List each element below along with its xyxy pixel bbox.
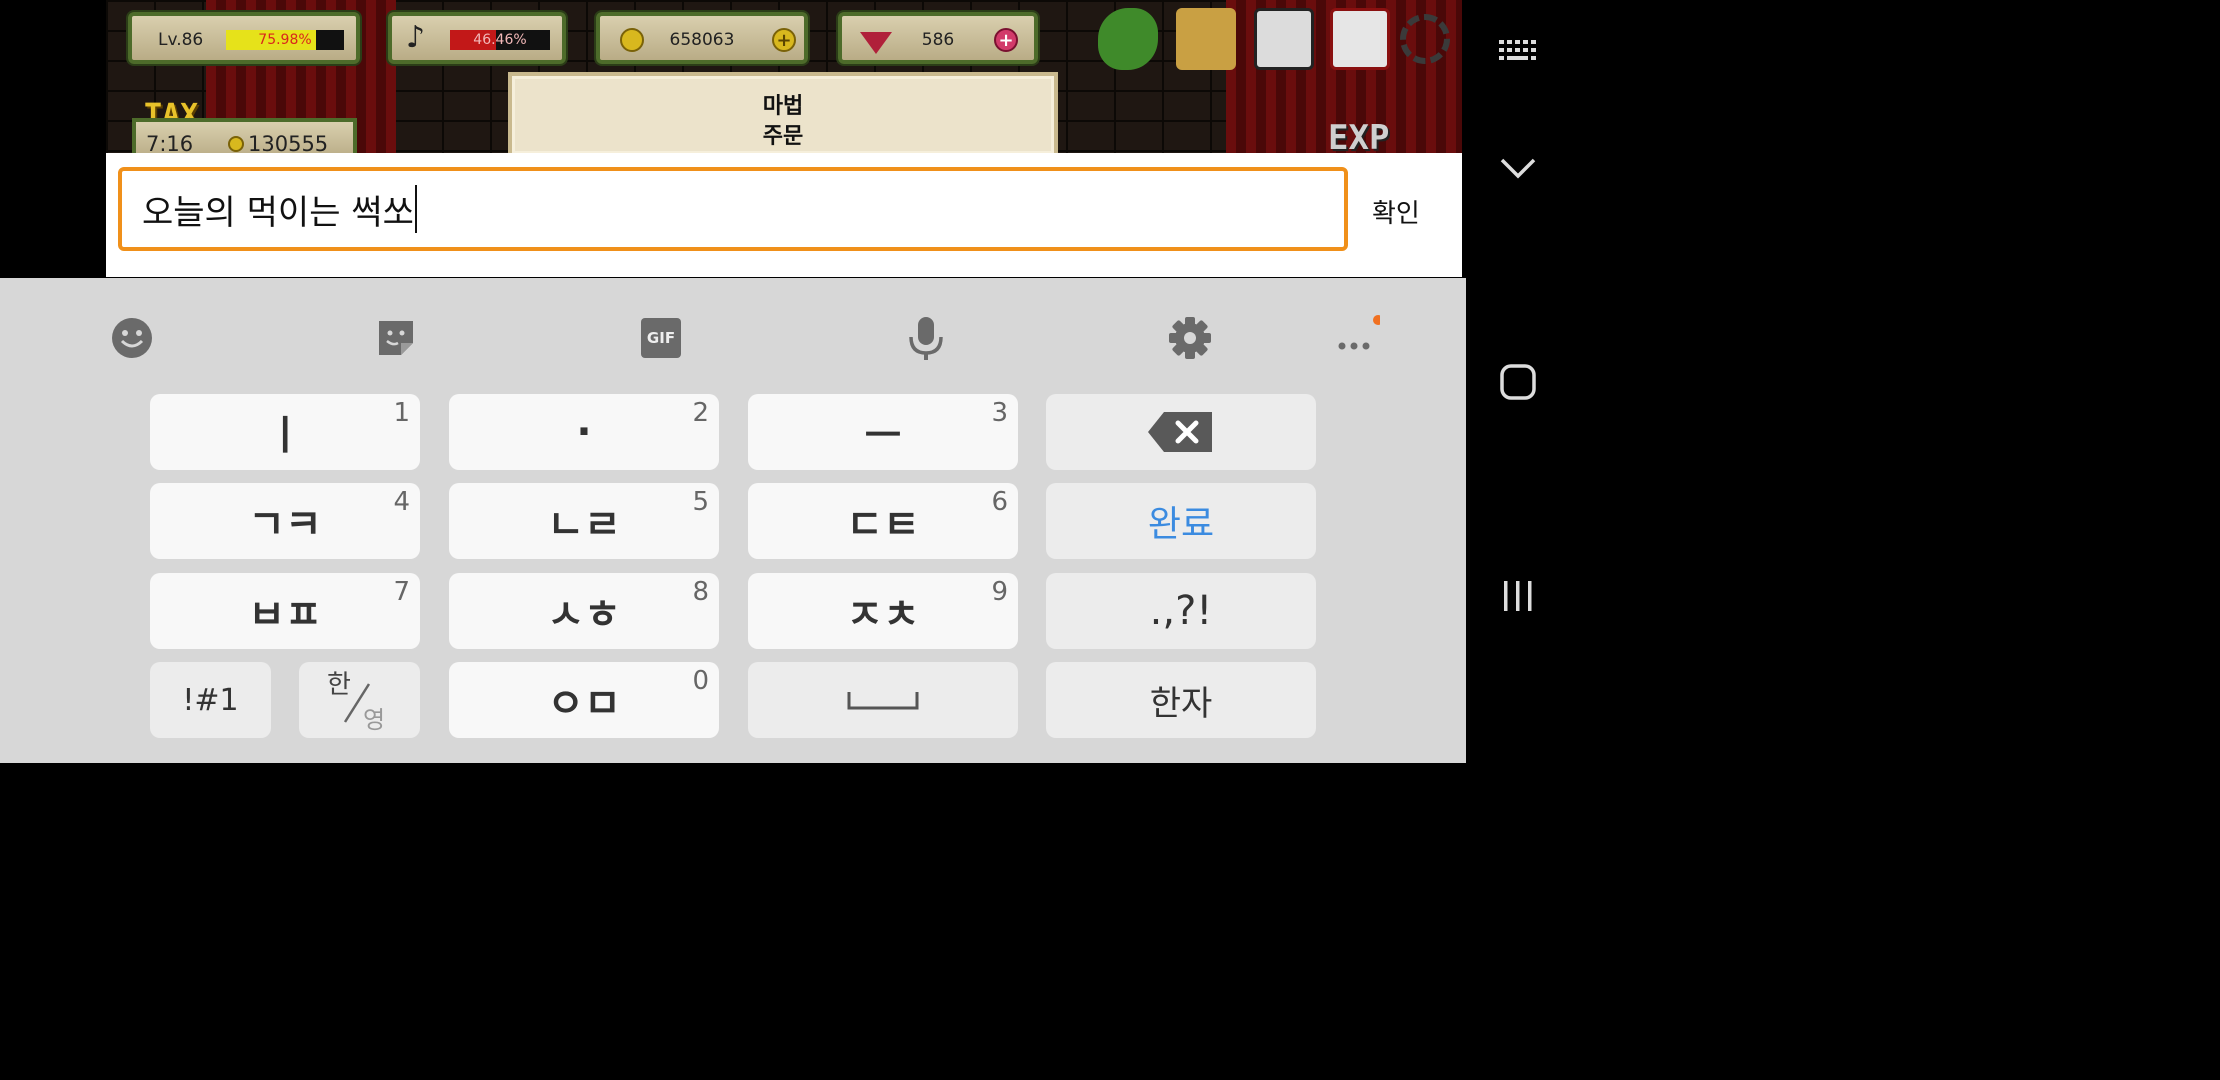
book-icon[interactable]	[1254, 8, 1314, 70]
key-7[interactable]: ㅂㅍ 7	[150, 573, 420, 649]
hanja-key[interactable]: 한자	[1046, 662, 1316, 738]
key-9-label: ㅈㅊ	[846, 592, 920, 638]
key-6-number: 6	[991, 487, 1008, 517]
key-7-label: ㅂㅍ	[248, 592, 322, 638]
space-key[interactable]	[748, 662, 1018, 738]
music-hud[interactable]: ♪ 46.46%	[388, 12, 566, 64]
key-1-number: 1	[393, 398, 410, 428]
key-2-number: 2	[692, 398, 709, 428]
level-progress-bar: 75.98%	[226, 30, 344, 50]
gif-icon[interactable]: GIF	[637, 314, 685, 362]
music-progress-bar: 46.46%	[450, 30, 550, 50]
gem-hud: 586 +	[838, 12, 1038, 64]
done-key[interactable]: 완료	[1046, 483, 1316, 559]
microphone-icon[interactable]	[902, 314, 950, 362]
key-6-label: ㄷㅌ	[846, 502, 920, 548]
more-icon[interactable]	[1332, 314, 1380, 362]
keyboard-hide-icon[interactable]	[1496, 36, 1540, 66]
recents-icon[interactable]	[1496, 576, 1540, 616]
key-7-number: 7	[393, 577, 410, 607]
key-5[interactable]: ㄴㄹ 5	[449, 483, 719, 559]
shop-icon[interactable]	[1330, 8, 1390, 70]
key-1-label: ㅣ	[266, 413, 304, 459]
key-4-number: 4	[393, 487, 410, 517]
key-0-number: 0	[692, 666, 709, 696]
settings-icon[interactable]	[1166, 314, 1214, 362]
key-5-label: ㄴㄹ	[547, 502, 621, 548]
key-9[interactable]: ㅈㅊ 9	[748, 573, 1018, 649]
exp-label: EXP	[1328, 118, 1390, 158]
add-gem-icon[interactable]: +	[994, 28, 1018, 52]
symbols-key[interactable]: !#1	[150, 662, 271, 738]
backspace-key[interactable]	[1046, 394, 1316, 470]
language-switch-key[interactable]: 한 영	[299, 662, 420, 738]
symbols-label: !#1	[182, 682, 239, 718]
gold-hud: 658063 +	[596, 12, 808, 64]
space-icon	[847, 692, 919, 710]
text-input-field[interactable]: 오늘의 먹이는 썩쏘	[118, 167, 1348, 251]
punctuation-label: .,?!	[1149, 588, 1213, 634]
level-label: Lv.86	[158, 30, 204, 50]
monster-icon[interactable]	[1098, 8, 1158, 70]
input-text: 오늘의 먹이는 썩쏘	[142, 192, 414, 233]
key-3-number: 3	[991, 398, 1008, 428]
key-4[interactable]: ㄱㅋ 4	[150, 483, 420, 559]
text-input-bar: 오늘의 먹이는 썩쏘 확인	[106, 153, 1462, 277]
level-hud[interactable]: Lv.86 75.98%	[128, 12, 360, 64]
punctuation-key[interactable]: .,?!	[1046, 573, 1316, 649]
music-percent: 46.46%	[473, 32, 527, 48]
key-3-label: ㅡ	[864, 413, 902, 459]
music-note-icon: ♪	[406, 20, 426, 55]
key-0-label: ㅇㅁ	[547, 681, 621, 727]
level-percent: 75.98%	[258, 32, 312, 48]
confirm-button[interactable]: 확인	[1372, 193, 1420, 230]
emoji-icon[interactable]	[108, 314, 156, 362]
key-9-number: 9	[991, 577, 1008, 607]
add-gold-icon[interactable]: +	[772, 28, 796, 52]
key-5-number: 5	[692, 487, 709, 517]
gif-label: GIF	[641, 318, 681, 358]
panel-title-line2: 주문	[762, 124, 804, 149]
character-icon[interactable]	[1176, 8, 1236, 70]
key-3[interactable]: ㅡ 3	[748, 394, 1018, 470]
hanja-label: 한자	[1149, 683, 1213, 724]
sticker-icon[interactable]	[372, 314, 420, 362]
home-icon[interactable]	[1496, 362, 1540, 402]
notification-dot	[1373, 315, 1380, 325]
system-nav-bar	[1466, 0, 1568, 763]
text-caret	[414, 185, 417, 233]
key-8-number: 8	[692, 577, 709, 607]
key-6[interactable]: ㄷㅌ 6	[748, 483, 1018, 559]
key-0[interactable]: ㅇㅁ 0	[449, 662, 719, 738]
key-8-label: ㅅㅎ	[547, 592, 621, 638]
key-2-label: ·	[576, 409, 592, 455]
panel-title-line1: 마법	[762, 94, 804, 119]
backspace-icon	[1148, 412, 1212, 452]
done-label: 완료	[1147, 504, 1215, 545]
key-4-label: ㄱㅋ	[248, 502, 322, 548]
lang-bottom-label: 영	[363, 706, 386, 734]
tax-coin-icon	[228, 136, 244, 152]
settings-gear-icon[interactable]	[1400, 14, 1450, 64]
key-2[interactable]: · 2	[449, 394, 719, 470]
keyboard: GIF ㅣ 1 · 2 ㅡ 3 ㄱㅋ 4 ㄴㄹ 5 ㄷㅌ 6 완료 ㅂㅍ 7 ㅅ…	[0, 278, 1466, 763]
chevron-down-icon[interactable]	[1496, 150, 1540, 186]
key-8[interactable]: ㅅㅎ 8	[449, 573, 719, 649]
key-1[interactable]: ㅣ 1	[150, 394, 420, 470]
